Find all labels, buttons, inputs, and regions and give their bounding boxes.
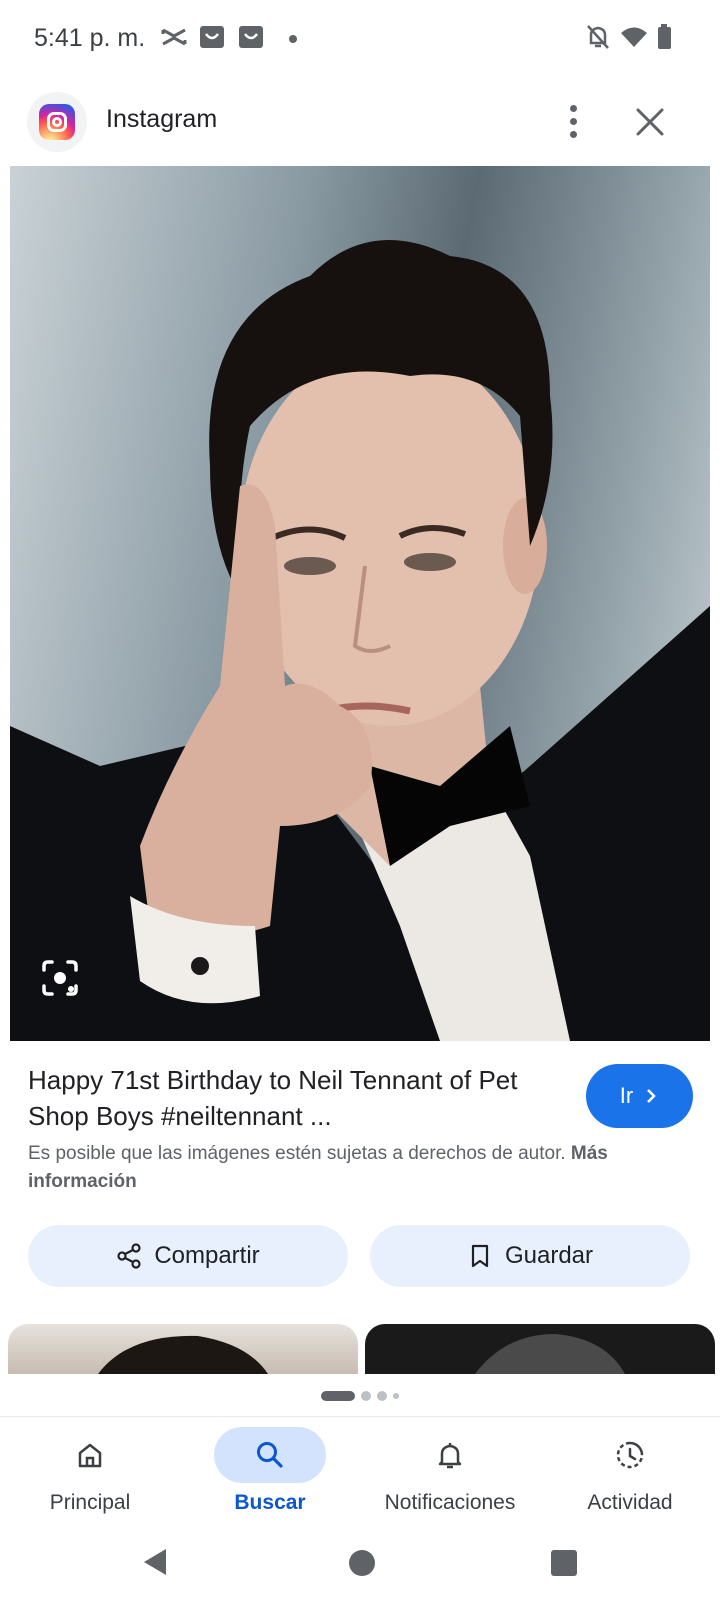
nav-label-activity: Actividad [587,1491,673,1514]
related-image[interactable] [365,1324,715,1374]
copyright-notice: Es posible que las imágenes estén sujeta… [28,1140,678,1196]
capcut-icon [161,28,187,46]
wifi-icon [621,27,647,47]
nav-label-home: Principal [49,1491,131,1514]
history-icon [616,1441,644,1469]
more-vert-icon [569,104,577,112]
result-image[interactable] [10,166,710,1041]
nav-item-activity[interactable]: Actividad [540,1417,720,1527]
share-button[interactable]: Compartir [28,1225,348,1287]
instagram-logo-icon [39,104,75,140]
result-title[interactable]: Happy 71st Birthday to Neil Tennant of P… [28,1062,558,1134]
chevron-right-icon [647,1089,656,1103]
status-bar: 5:41 p. m. [0,0,720,78]
nav-item-home[interactable]: Principal [0,1417,180,1527]
pager-dot-active [321,1391,355,1401]
related-image[interactable] [8,1324,358,1374]
save-button[interactable]: Guardar [370,1225,690,1287]
status-time: 5:41 p. m. [34,24,146,52]
pager-dot [361,1391,371,1401]
battery-icon [658,24,671,49]
share-label: Compartir [154,1242,260,1269]
recent-apps-icon[interactable] [551,1550,577,1576]
pager-dot [377,1391,387,1401]
bell-icon [438,1443,462,1469]
bell-off-icon [587,25,609,49]
back-icon[interactable] [140,1546,170,1578]
more-options-button[interactable] [554,98,592,144]
nav-label-notifications: Notificaciones [384,1491,516,1514]
pager-indicator [0,1388,720,1404]
header: Instagram [0,78,720,166]
portrait-photo [10,240,710,1041]
nav-label-search: Buscar [234,1491,306,1514]
bookmark-icon [471,1244,489,1268]
copyright-text: Es posible que las imágenes estén sujeta… [28,1143,566,1164]
system-nav-bar [0,1526,720,1600]
nav-item-notifications[interactable]: Notificaciones [360,1417,540,1527]
shopping-bag-icon [200,26,224,48]
notification-dot [289,35,297,43]
save-label: Guardar [504,1242,594,1269]
go-label: Ir [619,1083,634,1108]
nav-item-search[interactable]: Buscar [180,1417,360,1527]
search-icon [257,1442,283,1468]
source-title[interactable]: Instagram [106,105,217,134]
home-button-icon[interactable] [349,1550,375,1576]
share-icon [117,1243,141,1269]
shopping-bag-icon [239,26,263,48]
source-avatar[interactable] [27,92,87,152]
google-lens-icon[interactable] [38,956,82,1000]
go-button[interactable]: Ir [586,1064,693,1128]
close-icon[interactable] [628,100,672,144]
bottom-nav: Principal Buscar Notificaciones Activida… [0,1416,720,1526]
home-icon [78,1443,102,1468]
pager-dot [393,1393,399,1399]
